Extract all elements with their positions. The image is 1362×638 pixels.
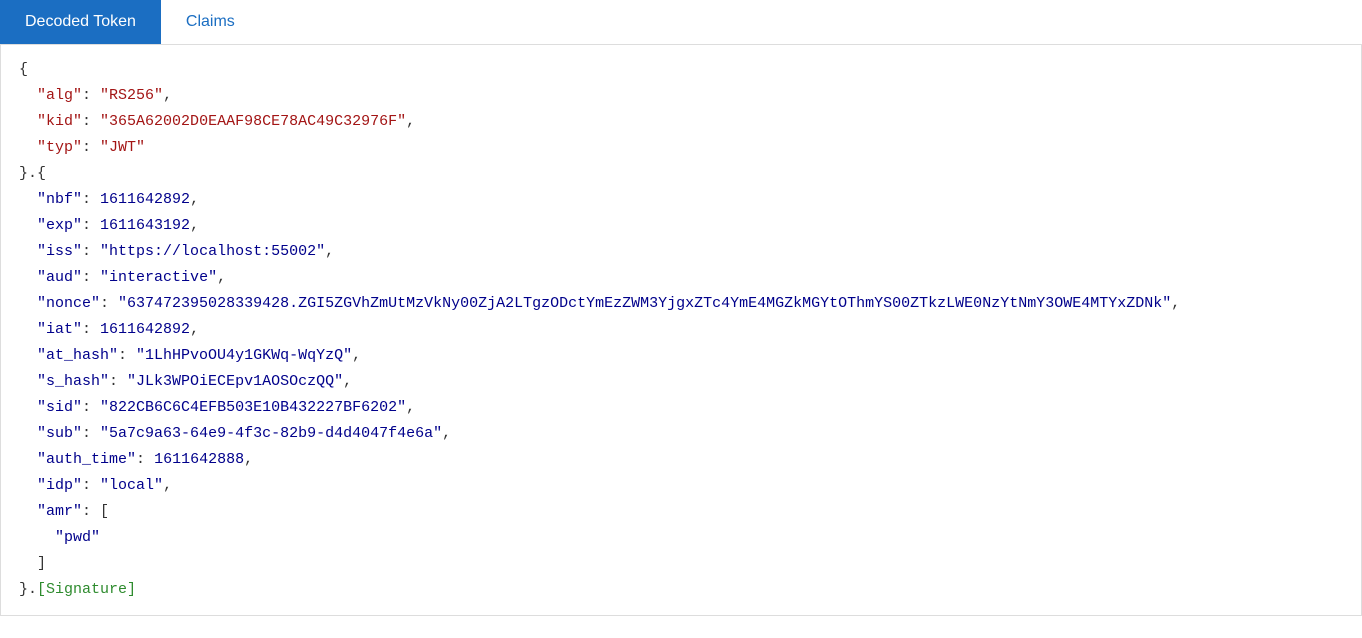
tab-bar: Decoded Token Claims (0, 0, 1362, 45)
tab-claims[interactable]: Claims (161, 0, 260, 44)
decoded-token-content: { ″alg″: ″RS256″, ″kid″: ″365A62002D0EAA… (0, 45, 1362, 616)
tab-decoded-token[interactable]: Decoded Token (0, 0, 161, 44)
